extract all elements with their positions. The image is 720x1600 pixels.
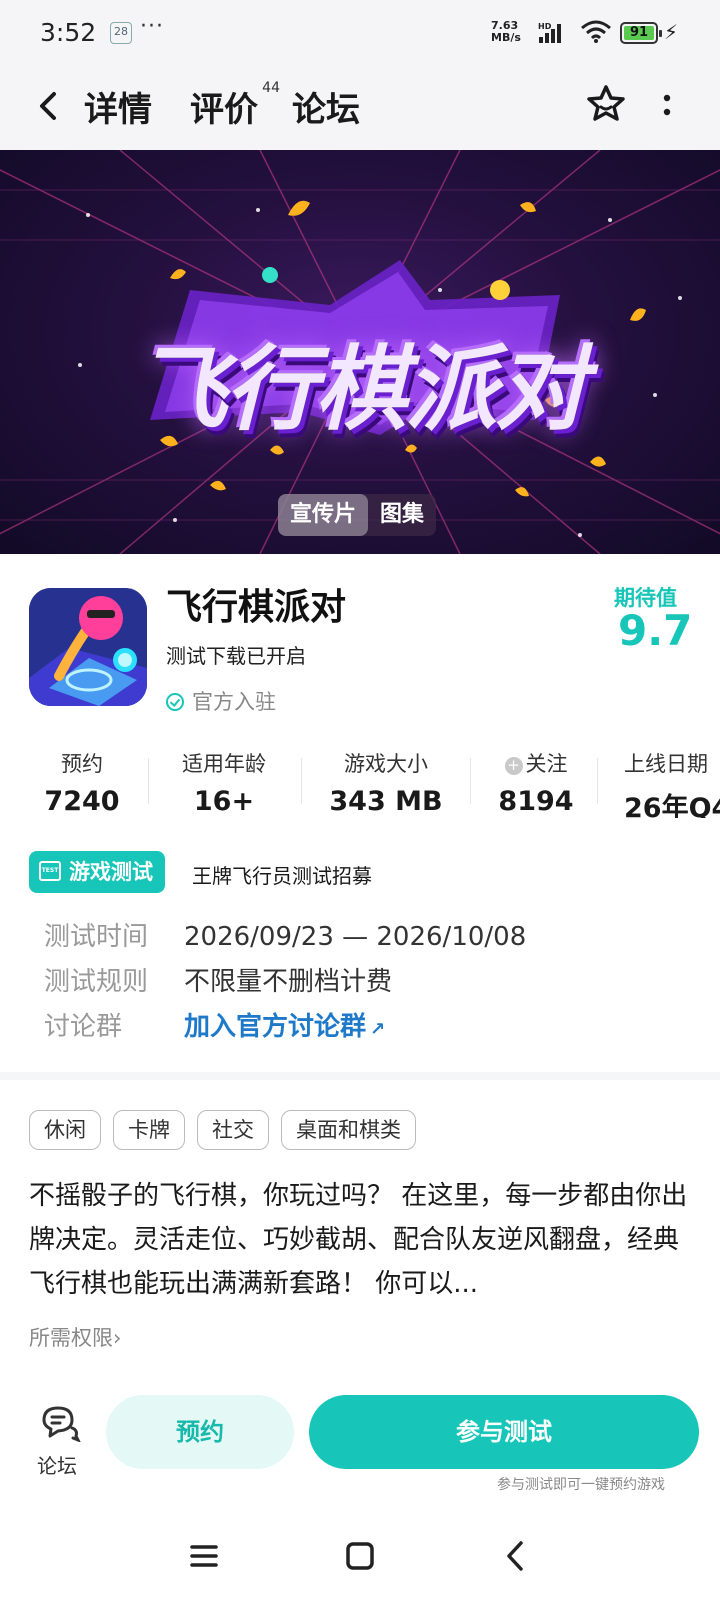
top-app-bar: 详情 评价 44 论坛 bbox=[0, 66, 720, 150]
tab-detail[interactable]: 详情 bbox=[80, 82, 154, 133]
tab-review-label: 评价 bbox=[190, 90, 258, 130]
stat-followers[interactable]: + 关注 8194 bbox=[484, 748, 588, 817]
battery-icon: 91 bbox=[620, 22, 662, 44]
reserve-button[interactable]: 预约 bbox=[106, 1395, 294, 1469]
star-icon bbox=[587, 85, 625, 121]
test-icon: TEST bbox=[39, 861, 61, 881]
test-time-key: 测试时间 bbox=[44, 922, 149, 952]
verified-check-icon bbox=[166, 693, 184, 711]
tag-card[interactable]: 卡牌 bbox=[113, 1110, 185, 1150]
promo-banner[interactable]: 飞行棋派对 宣传片 图集 bbox=[0, 150, 720, 554]
test-rule-value: 不限量不删档计费 bbox=[184, 967, 393, 997]
tab-forum[interactable]: 论坛 bbox=[292, 82, 360, 131]
game-test-badge: TEST 游戏测试 bbox=[29, 851, 165, 893]
calendar-icon: 28 bbox=[110, 22, 132, 44]
forum-chat-icon bbox=[42, 1406, 81, 1443]
back-nav-icon bbox=[507, 1541, 523, 1571]
app-subtitle: 测试下载已开启 bbox=[166, 644, 306, 668]
more-notifications-icon: ··· bbox=[140, 14, 164, 39]
stat-divider bbox=[470, 758, 471, 804]
join-discussion-label: 加入官方讨论群 bbox=[184, 1012, 367, 1042]
network-speed: 7.63 MB/s bbox=[491, 20, 521, 44]
banner-title-art: 飞行棋派对 bbox=[134, 336, 587, 443]
tab-detail-label: 详情 bbox=[84, 90, 152, 130]
media-tabs: 宣传片 图集 bbox=[278, 494, 437, 536]
stat-release-date[interactable]: 上线日期 26年Q4 bbox=[624, 748, 720, 818]
test-time-row: 测试时间 2026/09/23 — 2026/10/08 bbox=[44, 916, 526, 953]
network-badge: HD bbox=[538, 22, 552, 31]
wifi-icon bbox=[580, 20, 612, 48]
stat-value: 7240 bbox=[44, 786, 120, 817]
home-nav-button[interactable] bbox=[336, 1532, 384, 1580]
discussion-group-key: 讨论群 bbox=[44, 1012, 123, 1042]
join-test-hint: 参与测试即可一键预约游戏 bbox=[497, 1477, 665, 1493]
media-tab-video[interactable]: 宣传片 bbox=[278, 494, 369, 536]
tag-casual[interactable]: 休闲 bbox=[29, 1110, 101, 1150]
permissions-label: 所需权限 bbox=[29, 1326, 113, 1350]
tag-social[interactable]: 社交 bbox=[197, 1110, 269, 1150]
official-label: 官方入驻 bbox=[192, 690, 276, 714]
app-icon bbox=[29, 588, 147, 706]
signal-icon: HD bbox=[538, 22, 564, 48]
system-nav-bar bbox=[0, 1510, 720, 1600]
forum-button[interactable]: 论坛 bbox=[30, 1402, 84, 1479]
menu-icon bbox=[190, 1545, 218, 1567]
network-speed-unit: MB/s bbox=[491, 31, 521, 44]
status-bar: 3:52 28 ··· 7.63 MB/s HD 91 ⚡ bbox=[0, 0, 720, 66]
test-badge-label: 游戏测试 bbox=[69, 860, 153, 884]
chevron-right-icon: › bbox=[113, 1326, 122, 1350]
game-description[interactable]: 不摇骰子的飞行棋，你玩过吗？ 在这里，每一步都由你出牌决定。灵活走位、巧妙截胡、… bbox=[29, 1174, 699, 1306]
stat-value: 26年Q4 bbox=[624, 793, 720, 818]
stat-label: 上线日期 bbox=[624, 752, 708, 776]
stat-divider bbox=[148, 758, 149, 804]
stat-value: 16+ bbox=[193, 786, 255, 817]
stat-divider bbox=[597, 758, 598, 804]
review-count-badge: 44 bbox=[262, 80, 280, 96]
favorite-button[interactable] bbox=[584, 82, 628, 126]
tab-forum-label: 论坛 bbox=[292, 90, 360, 130]
home-icon bbox=[346, 1542, 374, 1570]
stat-divider bbox=[301, 758, 302, 804]
media-tab-gallery[interactable]: 图集 bbox=[368, 494, 436, 536]
forum-button-label: 论坛 bbox=[37, 1454, 77, 1478]
stats-row: 预约 7240 适用年龄 16+ 游戏大小 343 MB + 关注 8194 上线… bbox=[0, 748, 720, 818]
stat-label: 适用年龄 bbox=[182, 752, 266, 776]
app-name: 飞行棋派对 bbox=[166, 587, 347, 628]
tab-review[interactable]: 评价 44 bbox=[190, 80, 280, 131]
test-title: 王牌飞行员测试招募 bbox=[192, 864, 372, 888]
test-rule-key: 测试规则 bbox=[44, 967, 149, 997]
join-discussion-link[interactable]: 加入官方讨论群 ↗ bbox=[184, 1012, 385, 1042]
menu-nav-button[interactable] bbox=[180, 1532, 228, 1580]
stat-value: 8194 bbox=[498, 786, 574, 817]
stat-game-size[interactable]: 游戏大小 343 MB bbox=[316, 748, 456, 817]
charging-icon: ⚡ bbox=[664, 20, 679, 44]
back-button[interactable] bbox=[30, 84, 70, 128]
more-vertical-icon bbox=[663, 94, 671, 116]
stat-reservations[interactable]: 预约 7240 bbox=[32, 748, 132, 817]
battery-level: 91 bbox=[629, 25, 649, 40]
stat-value: 343 MB bbox=[329, 786, 443, 817]
stat-label: 游戏大小 bbox=[344, 752, 428, 776]
tag-board-chess[interactable]: 桌面和棋类 bbox=[281, 1110, 416, 1150]
stat-label: + 关注 bbox=[484, 748, 588, 778]
discussion-group-row: 讨论群 加入官方讨论群 ↗ bbox=[44, 1006, 385, 1043]
permissions-link[interactable]: 所需权限› bbox=[29, 1322, 121, 1352]
back-icon bbox=[40, 92, 56, 120]
back-nav-button[interactable] bbox=[492, 1532, 540, 1580]
tag-list: 休闲 卡牌 社交 桌面和棋类 bbox=[29, 1110, 416, 1150]
official-badge: 官方入驻 bbox=[166, 686, 276, 716]
stat-label: 预约 bbox=[61, 752, 103, 776]
section-divider bbox=[0, 1072, 720, 1080]
stat-label-text: 关注 bbox=[525, 752, 568, 776]
stat-age-rating[interactable]: 适用年龄 16+ bbox=[162, 748, 286, 817]
test-rule-row: 测试规则 不限量不删档计费 bbox=[44, 961, 392, 998]
external-link-icon: ↗ bbox=[370, 1019, 386, 1040]
follow-plus-icon: + bbox=[504, 757, 523, 775]
expectation-score: 9.7 bbox=[618, 606, 693, 655]
join-test-button[interactable]: 参与测试 bbox=[309, 1395, 699, 1469]
more-options-button[interactable] bbox=[652, 84, 682, 128]
status-time: 3:52 bbox=[40, 18, 97, 47]
test-time-value: 2026/09/23 — 2026/10/08 bbox=[184, 922, 527, 952]
